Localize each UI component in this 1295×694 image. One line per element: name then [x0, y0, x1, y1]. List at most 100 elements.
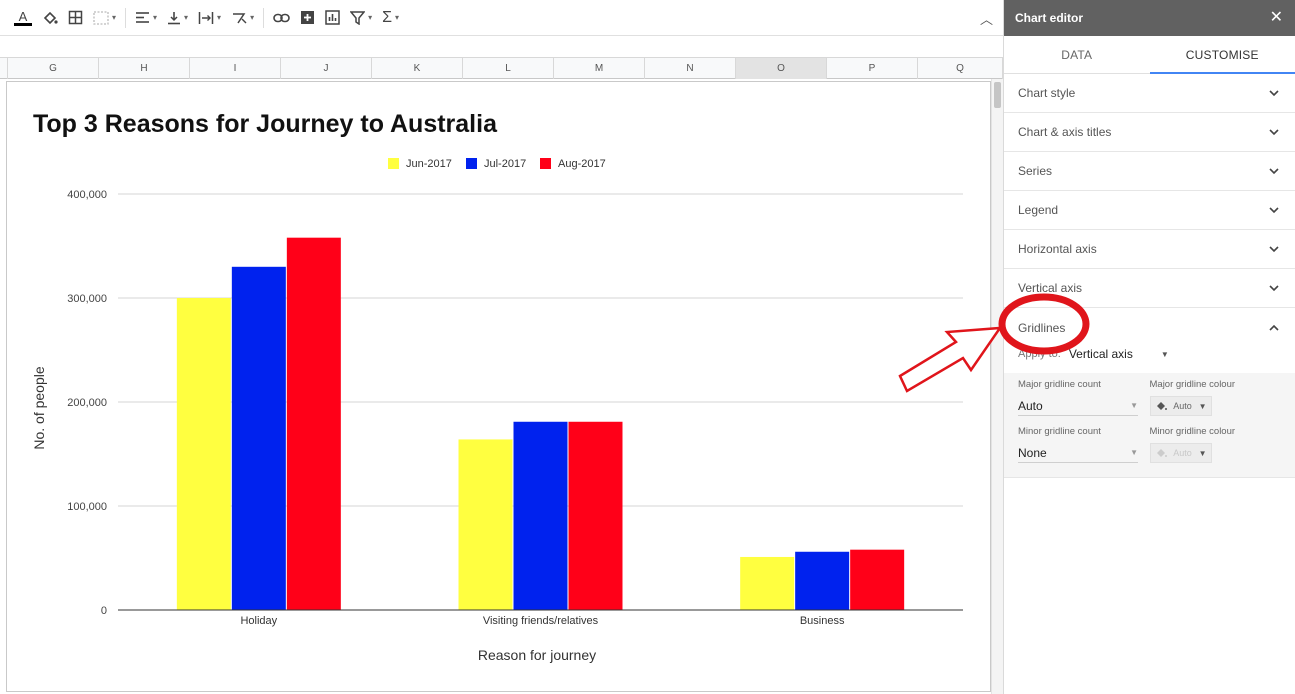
scrollbar-thumb[interactable]: [994, 82, 1001, 108]
legend-label: Aug-2017: [558, 158, 606, 170]
chevron-down-icon: [1269, 283, 1279, 293]
filter-icon: [350, 10, 366, 25]
bar-jun-2017-0: [176, 298, 231, 610]
apply-to-select[interactable]: Vertical axis: [1069, 347, 1161, 361]
chart-editor-title: Chart editor: [1015, 11, 1084, 25]
section-horizontal-axis[interactable]: Horizontal axis: [1004, 230, 1295, 269]
y-tick-label: 200,000: [67, 397, 107, 409]
customise-sections: Chart style Chart & axis titles Series Lege…: [1004, 74, 1295, 308]
column-header-l[interactable]: L: [463, 58, 554, 79]
column-header-o[interactable]: O: [736, 58, 827, 79]
filter-button[interactable]: ▾: [345, 4, 377, 32]
tab-data[interactable]: DATA: [1004, 36, 1150, 73]
y-tick-label: 400,000: [67, 189, 107, 201]
borders-button[interactable]: [63, 4, 88, 32]
dropdown-arrow-icon: ▼: [1130, 448, 1138, 457]
section-label: Horizontal axis: [1018, 242, 1097, 256]
chart-editor-panel: Chart editor ✕ DATA CUSTOMISE Chart styl…: [1003, 0, 1295, 694]
chevron-down-icon: [1269, 127, 1279, 137]
sigma-icon: Σ: [382, 8, 392, 26]
column-header-h[interactable]: H: [99, 58, 190, 79]
bar-jul-2017-2: [795, 551, 850, 610]
legend-swatch-jul-2017: [466, 158, 477, 169]
chart-title: Top 3 Reasons for Journey to Australia: [33, 110, 498, 138]
chevron-down-icon: [1269, 244, 1279, 254]
fill-color-icon: [43, 11, 58, 24]
legend-swatch-jun-2017: [388, 158, 399, 169]
tab-customise[interactable]: CUSTOMISE: [1149, 36, 1295, 74]
close-icon[interactable]: ✕: [1270, 10, 1283, 26]
minor-colour-picker: Auto ▼: [1149, 443, 1212, 463]
chevron-down-icon: [1269, 88, 1279, 98]
vertical-align-button[interactable]: ▾: [162, 4, 193, 32]
borders-icon: [68, 10, 83, 25]
insert-chart-button[interactable]: [320, 4, 345, 32]
x-tick-label: Visiting friends/relatives: [483, 615, 599, 627]
text-color-button[interactable]: A: [0, 4, 37, 32]
dropdown-arrow-icon: ▼: [1130, 401, 1138, 410]
column-header-q[interactable]: Q: [918, 58, 1003, 79]
column-header-n[interactable]: N: [645, 58, 736, 79]
chevron-up-icon: [1269, 323, 1279, 333]
merge-cells-button[interactable]: ▾: [88, 4, 121, 32]
major-count-label: Major gridline count: [1018, 379, 1101, 390]
gridlines-settings: Apply to: Vertical axis ▼ Major gridline…: [1004, 343, 1295, 478]
section-vertical-axis[interactable]: Vertical axis: [1004, 269, 1295, 308]
bar-jun-2017-1: [458, 439, 513, 610]
x-tick-label: Holiday: [240, 615, 277, 627]
minor-gridline-row: Minor gridline count None ▼ Minor gridli…: [1018, 426, 1281, 463]
text-wrap-icon: [198, 11, 214, 24]
collapse-toolbar-icon[interactable]: ︿: [980, 9, 993, 28]
column-header-j[interactable]: J: [281, 58, 372, 79]
column-header-p[interactable]: P: [827, 58, 918, 79]
chart-editor-tabs: DATA CUSTOMISE: [1004, 36, 1295, 74]
vertical-scrollbar[interactable]: [991, 79, 1003, 694]
bar-jun-2017-2: [740, 556, 795, 610]
column-header-k[interactable]: K: [372, 58, 463, 79]
functions-button[interactable]: Σ ▾: [377, 4, 404, 32]
minor-count-select[interactable]: None ▼: [1018, 443, 1138, 463]
section-chart-style[interactable]: Chart style: [1004, 74, 1295, 113]
section-series[interactable]: Series: [1004, 152, 1295, 191]
legend-label: Jul-2017: [484, 158, 526, 170]
add-comment-icon: [301, 11, 315, 24]
column-header-i[interactable]: I: [190, 58, 281, 79]
section-gridlines-label: Gridlines: [1018, 320, 1066, 335]
column-header-row: GHIJKLMNOPQ: [0, 57, 1003, 79]
x-axis-title: Reason for journey: [478, 647, 596, 663]
text-wrap-button[interactable]: ▾: [193, 4, 226, 32]
valign-bottom-icon: [168, 11, 181, 24]
bar-chart[interactable]: Top 3 Reasons for Journey to Australia 0 1…: [6, 81, 991, 692]
toolbar-divider: [125, 7, 127, 28]
minor-colour-value: Auto: [1173, 448, 1192, 458]
major-colour-field: Major gridline colour Auto ▼: [1149, 379, 1282, 416]
major-colour-label: Major gridline colour: [1149, 379, 1236, 390]
minor-colour-field: Minor gridline colour Auto ▼: [1149, 426, 1282, 463]
section-legend[interactable]: Legend: [1004, 191, 1295, 230]
column-header-m[interactable]: M: [554, 58, 645, 79]
align-left-icon: [136, 12, 150, 23]
y-axis-title: No. of people: [31, 366, 47, 449]
y-tick-label: 300,000: [67, 293, 107, 305]
major-colour-picker[interactable]: Auto ▼: [1149, 396, 1212, 416]
bar-aug-2017-0: [286, 237, 341, 610]
apply-to-label: Apply to:: [1018, 348, 1061, 360]
apply-to-row: Apply to: Vertical axis ▼: [1018, 343, 1281, 365]
dropdown-arrow-icon: ▼: [1198, 448, 1207, 458]
bar-aug-2017-2: [850, 549, 905, 610]
legend-swatch-aug-2017: [540, 158, 551, 169]
section-chart-axis-titles[interactable]: Chart & axis titles: [1004, 113, 1295, 152]
chevron-down-icon: [1269, 205, 1279, 215]
section-label: Chart & axis titles: [1018, 125, 1112, 139]
column-header-g[interactable]: G: [8, 58, 99, 79]
insert-link-button[interactable]: [268, 4, 295, 32]
section-gridlines[interactable]: Gridlines: [1004, 308, 1295, 347]
fill-color-button[interactable]: [37, 4, 63, 32]
text-rotate-button[interactable]: ▾: [226, 4, 259, 32]
minor-colour-label: Minor gridline colour: [1149, 426, 1236, 437]
major-count-select[interactable]: Auto ▼: [1018, 396, 1138, 416]
dropdown-arrow-icon[interactable]: ▼: [1161, 350, 1169, 359]
spreadsheet-app: A ▾ ▾ ▾ ▾ ▾ ▾ Σ ▾ ︿ G H I J K L M N O P …: [0, 0, 1295, 694]
insert-comment-button[interactable]: [295, 4, 320, 32]
horizontal-align-button[interactable]: ▾: [130, 4, 162, 32]
